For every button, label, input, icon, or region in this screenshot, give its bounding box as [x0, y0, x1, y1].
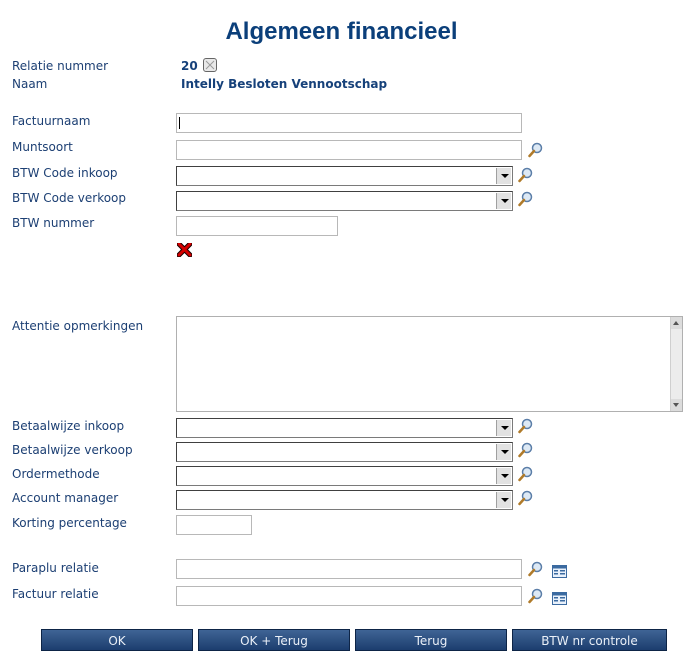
btw-code-verkoop-label: BTW Code verkoop — [12, 191, 127, 205]
betaalwijze-verkoop-select[interactable] — [176, 442, 513, 462]
checkbox-icon[interactable] — [203, 58, 217, 72]
terug-button[interactable]: Terug — [355, 629, 507, 651]
korting-percentage-input[interactable] — [176, 515, 252, 535]
chevron-down-icon[interactable] — [496, 468, 511, 484]
account-manager-label: Account manager — [12, 491, 119, 505]
chevron-down-icon[interactable] — [496, 444, 511, 460]
betaalwijze-verkoop-label: Betaalwijze verkoop — [12, 443, 133, 457]
betaalwijze-verkoop-lookup-icon[interactable] — [518, 442, 534, 458]
factuurnaam-label: Factuurnaam — [12, 114, 91, 128]
factuur-relatie-lookup-icon[interactable] — [528, 588, 544, 604]
ok-terug-button[interactable]: OK + Terug — [198, 629, 350, 651]
attentie-opmerkingen-label: Attentie opmerkingen — [12, 319, 144, 333]
paraplu-relatie-lookup-icon[interactable] — [528, 561, 544, 577]
factuur-relatie-label: Factuur relatie — [12, 587, 99, 601]
factuurnaam-input[interactable] — [176, 113, 522, 133]
scroll-up-icon[interactable] — [671, 317, 682, 329]
btw-nummer-input[interactable] — [176, 216, 338, 236]
factuur-relatie-input[interactable] — [176, 586, 522, 606]
ordermethode-label: Ordermethode — [12, 467, 100, 481]
korting-percentage-label: Korting percentage — [12, 516, 127, 530]
account-manager-lookup-icon[interactable] — [518, 490, 534, 506]
btw-code-inkoop-select[interactable] — [176, 166, 513, 186]
scrollbar[interactable] — [670, 317, 682, 411]
scroll-down-icon[interactable] — [671, 399, 682, 411]
ordermethode-lookup-icon[interactable] — [518, 466, 534, 482]
relatie-nummer-value: 20 — [181, 59, 198, 73]
btw-code-verkoop-lookup-icon[interactable] — [518, 191, 534, 207]
naam-label: Naam — [12, 77, 48, 91]
chevron-down-icon[interactable] — [496, 193, 511, 209]
betaalwijze-inkoop-label: Betaalwijze inkoop — [12, 419, 125, 433]
muntsoort-label: Muntsoort — [12, 140, 73, 154]
chevron-down-icon[interactable] — [496, 420, 511, 436]
card-icon[interactable] — [552, 592, 567, 605]
btw-code-inkoop-label: BTW Code inkoop — [12, 166, 118, 180]
card-icon[interactable] — [552, 565, 567, 578]
paraplu-relatie-label: Paraplu relatie — [12, 561, 99, 575]
btw-nr-controle-button[interactable]: BTW nr controle — [512, 629, 667, 651]
page-title: Algemeen financieel — [225, 18, 458, 45]
betaalwijze-inkoop-lookup-icon[interactable] — [518, 418, 534, 434]
ok-button[interactable]: OK — [41, 629, 193, 651]
attentie-opmerkingen-textarea[interactable] — [176, 316, 683, 412]
betaalwijze-inkoop-select[interactable] — [176, 418, 513, 438]
btw-nummer-label: BTW nummer — [12, 216, 95, 230]
paraplu-relatie-input[interactable] — [176, 559, 522, 579]
chevron-down-icon[interactable] — [496, 492, 511, 508]
chevron-down-icon[interactable] — [496, 168, 511, 184]
red-x-icon — [177, 243, 192, 257]
relatie-nummer-label: Relatie nummer — [12, 59, 109, 73]
muntsoort-lookup-icon[interactable] — [528, 142, 544, 158]
naam-value: Intelly Besloten Vennootschap — [181, 77, 388, 91]
ordermethode-select[interactable] — [176, 466, 513, 486]
btw-code-inkoop-lookup-icon[interactable] — [518, 167, 534, 183]
btw-code-verkoop-select[interactable] — [176, 191, 513, 211]
muntsoort-input[interactable] — [176, 140, 522, 160]
account-manager-select[interactable] — [176, 490, 513, 510]
